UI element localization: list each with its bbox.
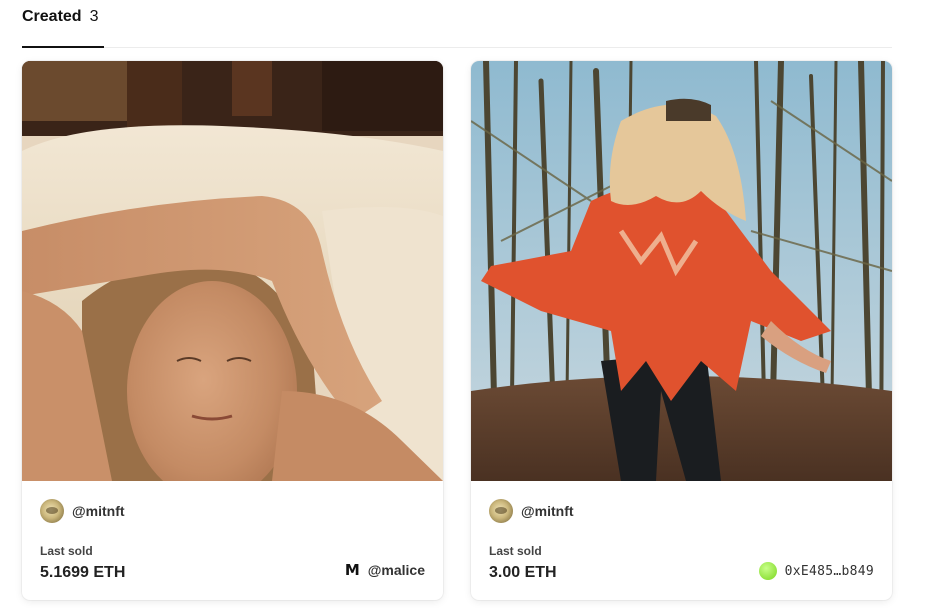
- tab-created[interactable]: Created 3: [22, 8, 104, 48]
- creator-username: @mitnft: [521, 503, 574, 519]
- creator[interactable]: @mitnft: [40, 499, 125, 523]
- owner-username: @malice: [367, 562, 425, 578]
- avatar: [489, 499, 513, 523]
- tab-label: Created: [22, 8, 82, 25]
- owner[interactable]: M @malice: [345, 562, 425, 578]
- nft-card[interactable]: @mitnft Last sold 3.00 ETH 0xE485…b849: [471, 61, 892, 600]
- last-sold-label: Last sold: [40, 544, 93, 558]
- nft-artwork-bed-portrait: [22, 61, 443, 481]
- last-sold-label: Last sold: [489, 544, 542, 558]
- avatar: [40, 499, 64, 523]
- profile-tabs: Created 3: [22, 0, 892, 48]
- owner-wallet-address: 0xE485…b849: [784, 563, 874, 579]
- tab-count: 3: [89, 8, 99, 25]
- last-sold-price: 3.00 ETH: [489, 564, 557, 581]
- owner[interactable]: 0xE485…b849: [758, 562, 874, 580]
- nft-image[interactable]: [22, 61, 443, 481]
- nft-image[interactable]: [471, 61, 892, 481]
- nft-card[interactable]: @mitnft Last sold 5.1699 ETH M @malice: [22, 61, 443, 600]
- nft-artwork-forest-dancer: [471, 61, 892, 481]
- creator[interactable]: @mitnft: [489, 499, 574, 523]
- owner-avatar-m-icon: M: [344, 560, 360, 579]
- last-sold-price: 5.1699 ETH: [40, 564, 126, 581]
- creator-username: @mitnft: [72, 503, 125, 519]
- owner-avatar-green-dot-icon: [758, 562, 777, 580]
